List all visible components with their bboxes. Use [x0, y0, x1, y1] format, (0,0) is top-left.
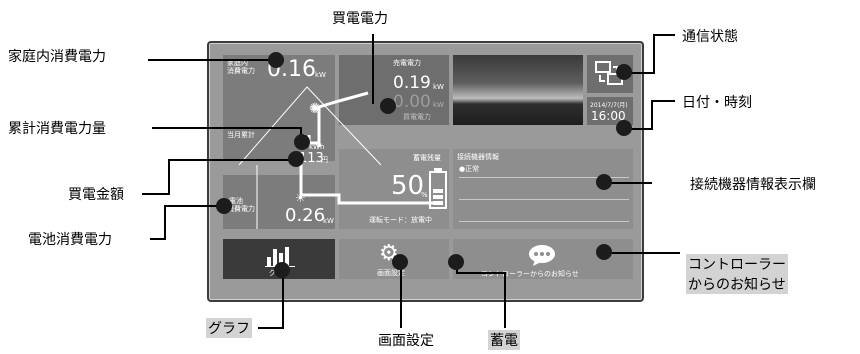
leader-line: [651, 100, 653, 130]
sun-icon: ☀: [295, 191, 306, 205]
leader-line: [653, 34, 675, 36]
callout-dot: [216, 198, 232, 214]
leader-line: [164, 205, 166, 239]
leader-line: [142, 193, 170, 195]
leader-line: [504, 272, 506, 328]
callout-dot: [596, 244, 612, 260]
leader-line: [372, 34, 374, 104]
light-icon: ✺: [309, 101, 321, 117]
callout-dot: [288, 151, 304, 167]
leader-line: [653, 34, 655, 72]
callout-datetime: 日付・時刻: [682, 95, 752, 111]
callout-notice-line2: からのお知らせ: [686, 274, 788, 294]
callout-dot: [616, 120, 632, 136]
cumulative-unit: kWh: [309, 143, 325, 151]
speech-bubble-icon: [529, 245, 555, 266]
leader-line: [456, 272, 506, 274]
leader-line: [610, 182, 650, 184]
callout-dot: [616, 64, 632, 80]
leader-line: [651, 100, 675, 102]
callout-purchase-amount: 買電金額: [68, 187, 124, 203]
leader-line: [152, 127, 300, 129]
callout-cumulative: 累計消費電力量: [8, 121, 106, 137]
leader-line: [372, 34, 374, 36]
leader-line: [148, 59, 270, 61]
callout-dot: [596, 174, 612, 190]
callout-device-info: 接続機器情報表示欄: [690, 177, 816, 193]
callout-graph: グラフ: [206, 318, 252, 338]
notice-button-label: コントローラーからのお知らせ: [481, 270, 579, 278]
leader-line: [628, 72, 655, 74]
leader-line: [168, 159, 294, 161]
callout-storage: 蓄電: [488, 330, 520, 350]
callout-dot: [268, 52, 284, 68]
callout-dot: [274, 262, 290, 278]
leader-line: [610, 252, 680, 254]
callout-dot: [380, 98, 396, 114]
leader-line: [282, 270, 284, 328]
callout-comm-status: 通信状態: [682, 29, 738, 45]
device-screen: 家庭内 消費電力 0.16 kW 当月累計 売電電力 0.19 kW 0.00 …: [207, 41, 644, 302]
leader-line: [168, 159, 170, 193]
leader-line: [400, 262, 402, 328]
leader-line: [650, 182, 652, 184]
callout-dot: [448, 254, 464, 270]
callout-home-consumption: 家庭内消費電力: [8, 49, 106, 65]
purchase-amount-unit: 円: [321, 156, 328, 164]
leader-line: [164, 205, 224, 207]
callout-battery-consumption: 電池消費電力: [28, 232, 112, 248]
callout-notice-line1: コントローラー: [686, 254, 788, 274]
callout-screen-settings: 画面設定: [378, 333, 434, 349]
callout-purchase-power: 買電電力: [332, 11, 388, 27]
leader-line: [258, 327, 284, 329]
leader-line: [150, 238, 166, 240]
callout-dot: [294, 134, 310, 150]
callout-dot: [392, 254, 408, 270]
